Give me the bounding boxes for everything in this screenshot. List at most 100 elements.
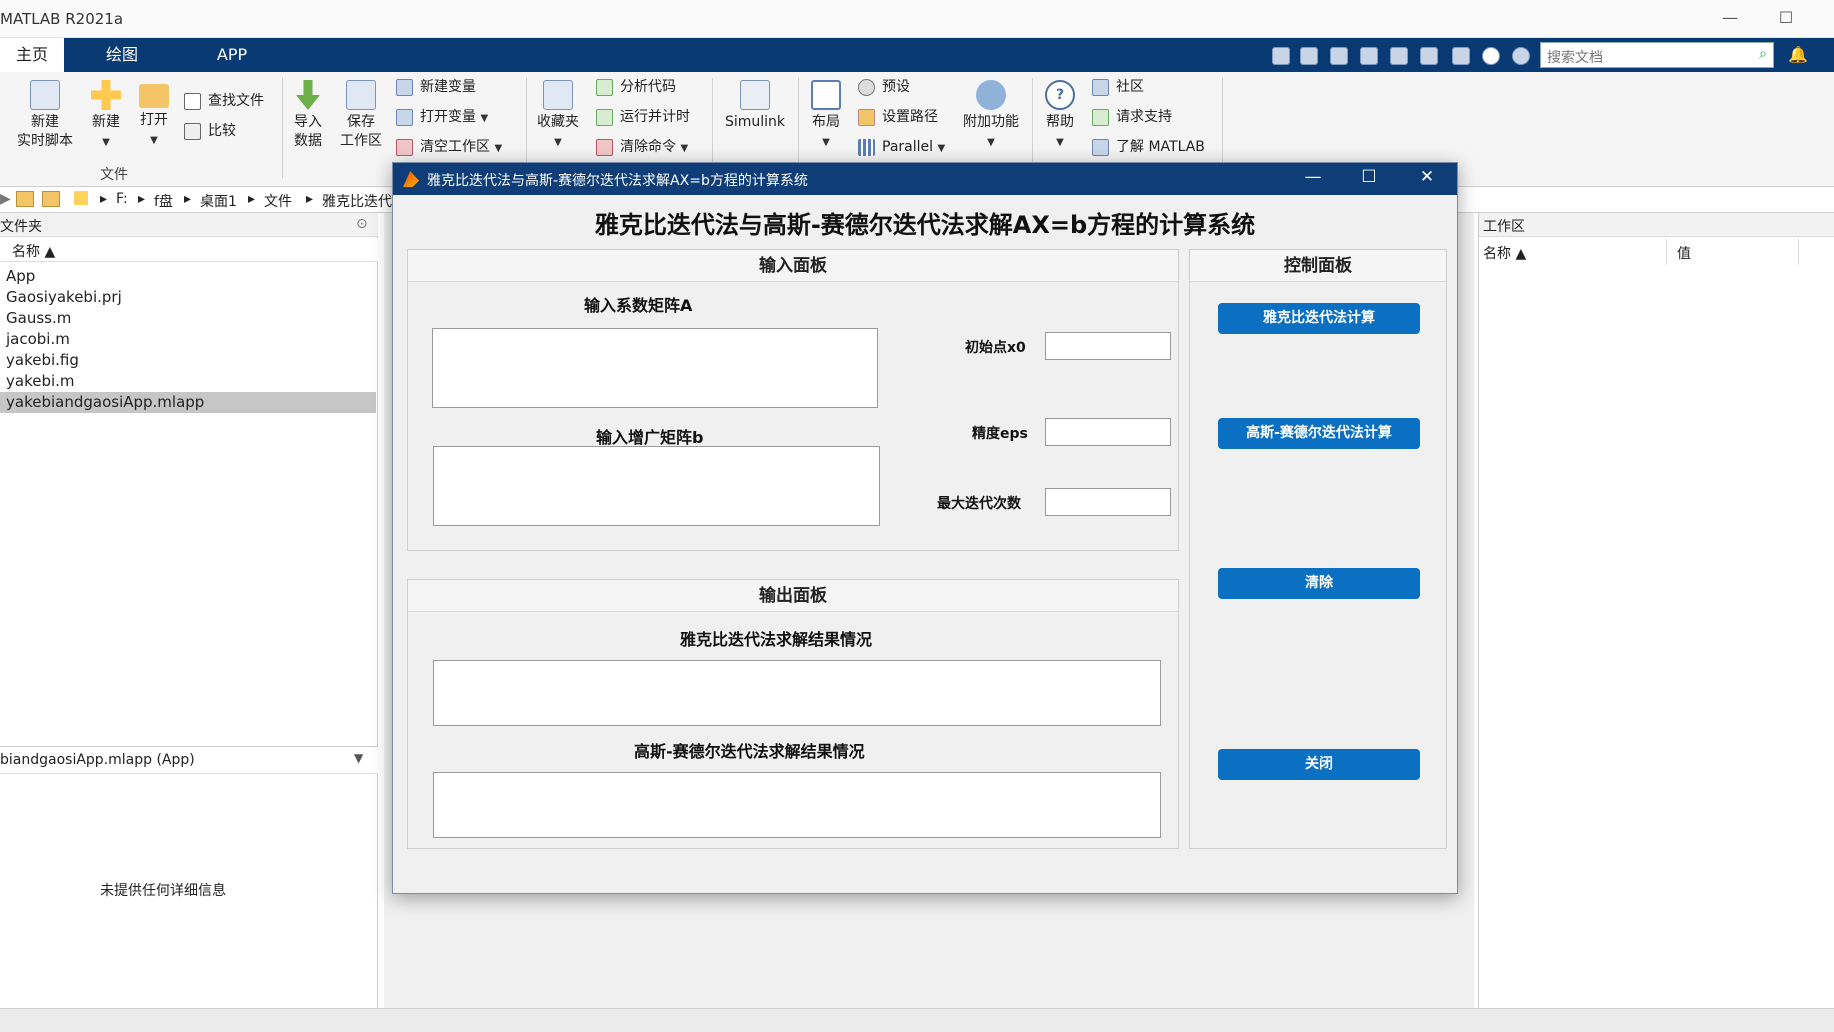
request-support-button[interactable]: 请求支持 bbox=[1092, 106, 1172, 128]
redo-icon[interactable] bbox=[1420, 47, 1438, 65]
find-files-button[interactable]: 查找文件 bbox=[184, 90, 264, 112]
workspace-name-column[interactable]: 名称 ▲ bbox=[1479, 239, 1667, 265]
app-title-bar: 雅克比迭代法与高斯-赛德尔迭代法求解AX=b方程的计算系统 — ☐ ✕ bbox=[393, 163, 1457, 195]
new-button[interactable]: 新建 ▼ bbox=[84, 80, 128, 152]
save-workspace-button[interactable]: 保存 工作区 bbox=[336, 80, 386, 151]
tab-apps[interactable]: APP bbox=[200, 38, 264, 72]
chevron-down-icon: ▼ bbox=[102, 137, 110, 148]
list-item[interactable]: yakebi.m bbox=[0, 371, 376, 392]
browse-folder-icon[interactable] bbox=[42, 191, 60, 207]
addons-button[interactable]: 附加功能 ▼ bbox=[956, 80, 1026, 152]
cut-icon[interactable] bbox=[1300, 47, 1318, 65]
breadcrumb-item[interactable]: f盘 bbox=[154, 191, 173, 211]
list-item[interactable]: Gauss.m bbox=[0, 308, 376, 329]
close-button[interactable]: 关闭 bbox=[1218, 749, 1420, 780]
max-iterations-input[interactable] bbox=[1045, 488, 1171, 516]
breadcrumb-item[interactable]: 雅克比迭代 bbox=[322, 191, 392, 211]
matrix-a-input[interactable] bbox=[432, 328, 878, 408]
matrix-b-input[interactable] bbox=[433, 446, 880, 526]
output-panel: 输出面板 雅克比迭代法求解结果情况 高斯-赛德尔迭代法求解结果情况 bbox=[407, 579, 1179, 849]
compare-button[interactable]: 比较 bbox=[184, 120, 236, 142]
help-button[interactable]: ? 帮助 ▼ bbox=[1040, 80, 1080, 152]
chevron-down-icon: ▼ bbox=[480, 113, 489, 124]
import-icon bbox=[296, 80, 320, 110]
set-path-button[interactable]: 设置路径 bbox=[858, 106, 938, 128]
x0-label: 初始点x0 bbox=[965, 340, 1026, 356]
undo-icon[interactable] bbox=[1390, 47, 1408, 65]
search-documentation-input[interactable]: 搜索文档 ⌕ bbox=[1540, 42, 1774, 68]
chevron-down-icon: ▼ bbox=[554, 137, 562, 148]
save-icon[interactable] bbox=[1272, 47, 1290, 65]
support-icon bbox=[1092, 109, 1109, 126]
gauss-seidel-result-output[interactable] bbox=[433, 772, 1161, 838]
preferences-button[interactable]: 预设 bbox=[858, 76, 910, 98]
new-variable-button[interactable]: 新建变量 bbox=[396, 76, 476, 98]
workspace-title: 工作区 bbox=[1479, 213, 1834, 237]
jacobi-result-output[interactable] bbox=[433, 660, 1161, 726]
folder-icon bbox=[139, 84, 169, 108]
eraser-icon bbox=[596, 139, 613, 156]
help-icon[interactable] bbox=[1482, 47, 1500, 65]
column-header[interactable]: 名称 ▲ bbox=[0, 238, 378, 262]
learn-matlab-button[interactable]: 了解 MATLAB bbox=[1092, 136, 1205, 158]
import-data-button[interactable]: 导入 数据 bbox=[288, 80, 328, 151]
max-iterations-label: 最大迭代次数 bbox=[937, 496, 1021, 512]
list-item[interactable]: jacobi.m bbox=[0, 329, 376, 350]
tab-plots[interactable]: 绘图 bbox=[90, 38, 154, 72]
plus-icon bbox=[91, 80, 121, 110]
list-item[interactable]: App bbox=[0, 266, 376, 287]
switch-windows-icon[interactable] bbox=[1452, 47, 1470, 65]
chevron-down-icon[interactable]: ▼ bbox=[354, 751, 363, 765]
clear-commands-button[interactable]: 清除命令 ▼ bbox=[596, 136, 688, 158]
input-panel-title: 输入面板 bbox=[408, 250, 1178, 282]
new-live-script-button[interactable]: 新建 实时脚本 bbox=[10, 80, 80, 151]
clear-workspace-button[interactable]: 清空工作区 ▼ bbox=[396, 136, 502, 158]
maximize-button[interactable]: ☐ bbox=[1774, 8, 1798, 28]
favorites-button[interactable]: 收藏夹 ▼ bbox=[532, 80, 584, 152]
app-close-button[interactable]: ✕ bbox=[1415, 167, 1439, 189]
matlab-logo-icon bbox=[403, 171, 419, 187]
open-variable-button[interactable]: 打开变量 ▼ bbox=[396, 106, 488, 128]
app-minimize-button[interactable]: — bbox=[1301, 167, 1325, 189]
save-workspace-icon bbox=[346, 80, 376, 110]
paste-icon[interactable] bbox=[1360, 47, 1378, 65]
help-icon: ? bbox=[1045, 80, 1075, 110]
minimize-button[interactable]: — bbox=[1718, 8, 1742, 28]
bell-icon[interactable]: 🔔 bbox=[1788, 45, 1808, 64]
control-panel: 控制面板 雅克比迭代法计算 高斯-赛德尔迭代法计算 清除 关闭 bbox=[1189, 249, 1447, 849]
live-script-icon bbox=[30, 80, 60, 110]
back-icon[interactable]: ▶ bbox=[0, 191, 11, 207]
list-item[interactable]: Gaosiyakebi.prj bbox=[0, 287, 376, 308]
app-maximize-button[interactable]: ☐ bbox=[1357, 167, 1381, 189]
gauss-seidel-compute-button[interactable]: 高斯-赛德尔迭代法计算 bbox=[1218, 418, 1420, 449]
list-item-selected[interactable]: yakebiandgaosiApp.mlapp bbox=[0, 392, 376, 413]
list-item[interactable]: yakebi.fig bbox=[0, 350, 376, 371]
options-icon[interactable] bbox=[1512, 47, 1530, 65]
community-button[interactable]: 社区 bbox=[1092, 76, 1144, 98]
breadcrumb-item[interactable]: 桌面1 bbox=[200, 191, 237, 211]
matrix-b-label: 输入增广矩阵b bbox=[596, 428, 704, 447]
workspace-value-column[interactable]: 值 bbox=[1669, 239, 1799, 265]
details-header[interactable]: biandgaosiApp.mlapp (App) ▼ bbox=[0, 746, 378, 774]
tab-home[interactable]: 主页 bbox=[0, 38, 64, 72]
panel-options-icon[interactable]: ⊙ bbox=[356, 216, 368, 232]
layout-button[interactable]: 布局 ▼ bbox=[806, 80, 846, 152]
jacobi-compute-button[interactable]: 雅克比迭代法计算 bbox=[1218, 303, 1420, 334]
chevron-down-icon: ▼ bbox=[150, 135, 158, 146]
x0-input[interactable] bbox=[1045, 332, 1171, 360]
simulink-button[interactable]: Simulink bbox=[720, 80, 790, 132]
chevron-down-icon: ▼ bbox=[822, 137, 830, 148]
eps-input[interactable] bbox=[1045, 418, 1171, 446]
copy-icon[interactable] bbox=[1330, 47, 1348, 65]
folder-icon bbox=[74, 191, 88, 205]
open-button[interactable]: 打开 ▼ bbox=[134, 80, 174, 150]
run-and-time-button[interactable]: 运行并计时 bbox=[596, 106, 690, 128]
parallel-button[interactable]: Parallel ▼ bbox=[858, 136, 945, 158]
breadcrumb-item[interactable]: F: bbox=[116, 191, 128, 207]
breadcrumb-item[interactable]: 文件 bbox=[264, 191, 292, 211]
analyze-code-button[interactable]: 分析代码 bbox=[596, 76, 676, 98]
workspace-panel: 工作区 名称 ▲ 值 bbox=[1478, 213, 1834, 1008]
up-folder-icon[interactable] bbox=[16, 191, 34, 207]
clear-button[interactable]: 清除 bbox=[1218, 568, 1420, 599]
chevron-down-icon: ▼ bbox=[494, 143, 503, 154]
